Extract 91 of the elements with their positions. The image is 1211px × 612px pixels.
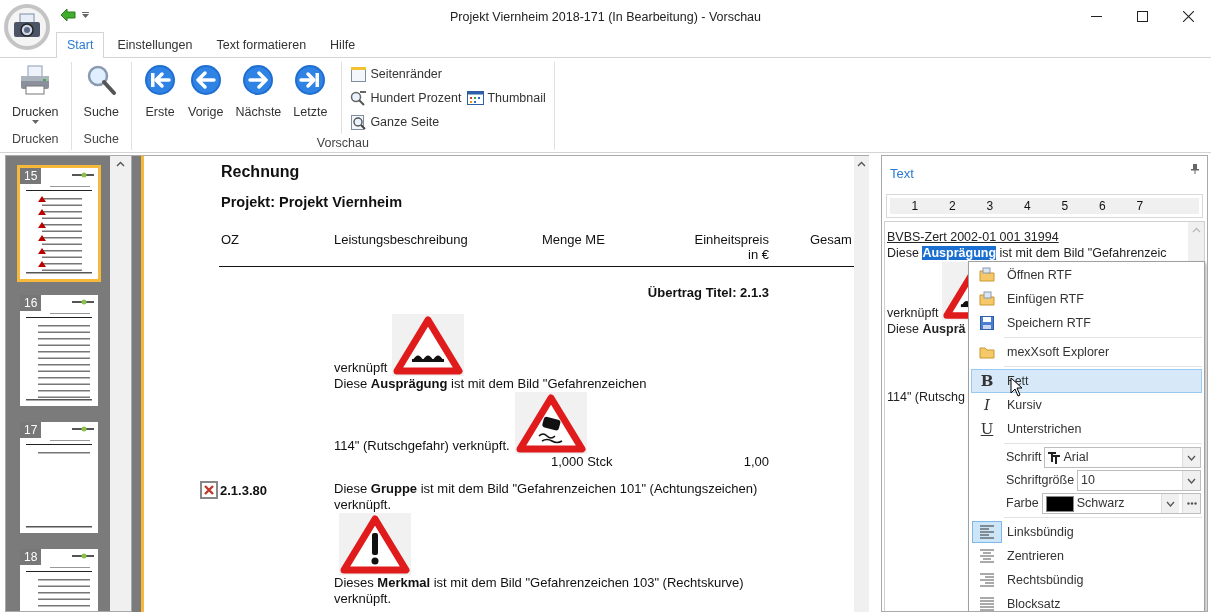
- column-header: OZ: [221, 231, 241, 249]
- page-number: 18: [20, 549, 42, 565]
- page-thumbnail[interactable]: 16: [17, 292, 101, 409]
- ribbon-tab[interactable]: Hilfe: [319, 32, 367, 58]
- menu-item[interactable]: Speichern RTF: [971, 311, 1202, 335]
- group-label: Vorschau: [315, 135, 370, 152]
- first-page-icon: [144, 64, 176, 96]
- field-label: Farbe: [1006, 495, 1039, 513]
- font-icon: [1048, 451, 1061, 464]
- description-text: verknüpft: [334, 360, 388, 376]
- menu-item[interactable]: Einfügen RTF: [971, 287, 1202, 311]
- page-thumbnail[interactable]: 15: [17, 165, 101, 282]
- format-icon: U: [980, 421, 994, 437]
- description-text: Diese Ausprägung ist mit dem Bild "Gefahrenzeichen: [334, 376, 647, 392]
- panel-title: Text: [890, 165, 914, 183]
- unit-price-text: 1,00: [743, 454, 769, 470]
- next-page-icon: [242, 64, 275, 96]
- whole-page-button[interactable]: Ganze Seite: [348, 110, 464, 134]
- pin-icon[interactable]: [1191, 164, 1199, 174]
- page-number: 15: [20, 168, 42, 184]
- ribbon-tab[interactable]: Start: [56, 32, 105, 58]
- document-title: Rechnung: [221, 162, 301, 182]
- thumbnail-icon: [467, 89, 485, 107]
- zoom-icon: [350, 89, 368, 107]
- description-text: Diese Gruppe ist mit dem Bild "Gefahrenzeichen 101" (Achtungszeichen): [334, 481, 758, 497]
- description-text: 114" (Rutschgefahr) verknüpft.: [334, 438, 510, 454]
- back-arrow-icon[interactable]: [60, 8, 76, 22]
- search-icon: [85, 64, 118, 96]
- format-icon: B: [980, 373, 994, 389]
- menu-item[interactable]: mexXsoft Explorer: [971, 340, 1202, 364]
- group-label: Suche: [82, 131, 120, 149]
- dropdown-caret-icon[interactable]: [82, 12, 90, 18]
- margins-icon: [350, 65, 368, 83]
- document-subtitle: Projekt: Projekt Viernheim: [221, 193, 404, 212]
- editor-text: Diese Ausprägung ist mit dem Bild "Gefahrenzeic: [887, 246, 1167, 260]
- printer-icon: [19, 64, 52, 96]
- editor-text: verknüpft: [887, 306, 939, 320]
- zoom-100-button[interactable]: Hundert Prozent: [348, 86, 464, 110]
- page-number: 16: [20, 295, 42, 311]
- page-thumbnail[interactable]: 17: [17, 419, 101, 536]
- close-icon: [1182, 10, 1194, 22]
- column-header: Menge ME: [542, 231, 606, 249]
- ribbon-tab[interactable]: Text formatieren: [205, 32, 318, 58]
- ribbon-tab[interactable]: Einstellungen: [106, 32, 204, 58]
- editor-text: 114" (Rutschg: [887, 390, 965, 404]
- ruler: 1 2 3 4 5 6 7: [890, 198, 1199, 214]
- more-icon: [1186, 502, 1197, 505]
- previous-page-button[interactable]: Vorige: [182, 62, 230, 120]
- next-page-button[interactable]: Nächste: [229, 62, 288, 120]
- format-icon: I: [984, 397, 990, 413]
- last-page-icon: [294, 64, 327, 96]
- menu-item[interactable]: Öffnen RTF: [971, 263, 1202, 287]
- scroll-up-icon[interactable]: [857, 161, 866, 167]
- align-left-icon: [979, 524, 995, 540]
- color-dropdown[interactable]: Schwarz: [1041, 493, 1201, 514]
- maximize-icon: [1136, 10, 1148, 22]
- page-number: 17: [20, 422, 42, 438]
- first-page-button[interactable]: Erste: [138, 62, 182, 120]
- quantity-text: 1,000 Stck: [551, 454, 613, 470]
- menu-item[interactable]: Rechtsbündig: [971, 568, 1202, 592]
- scroll-up-icon[interactable]: [116, 161, 126, 167]
- page-margins-button[interactable]: Seitenränder: [348, 62, 464, 86]
- field-label: Schriftgröße: [1006, 472, 1075, 490]
- menu-item[interactable]: Linksbündig: [971, 520, 1202, 544]
- column-header: Leistungsbeschreibung: [334, 231, 469, 249]
- editor-text: BVBS-Zert 2002-01 001 31994: [887, 230, 1059, 244]
- group-label: Drucken: [11, 131, 60, 149]
- menu-item[interactable]: Zentrieren: [971, 544, 1202, 568]
- carry-over-label: Übertrag Titel: 2.1.3: [646, 283, 769, 302]
- column-header: Gesam: [810, 231, 849, 249]
- app-logo-icon[interactable]: [4, 4, 50, 50]
- description-text: Dieses Merkmal ist mit dem Bild "Gefahrenzeichen 103" (Rechtskurve): [334, 575, 744, 591]
- print-button[interactable]: Drucken: [6, 62, 65, 124]
- field-label: Schrift: [1006, 449, 1042, 467]
- previous-page-icon: [189, 64, 222, 96]
- menu-item[interactable]: U Unterstrichen: [971, 417, 1202, 441]
- window-title: Projekt Viernheim 2018-171 (In Bearbeitung) - Vorschau: [449, 10, 762, 24]
- thumbnail-button[interactable]: Thumbnail: [465, 86, 548, 110]
- menu-item[interactable]: I Kursiv: [971, 393, 1202, 417]
- description-text: verknüpft.: [334, 497, 392, 513]
- last-page-button[interactable]: Letzte: [287, 62, 334, 120]
- page-thumbnail[interactable]: 18: [17, 546, 101, 611]
- page-zoom-icon: [350, 113, 368, 131]
- dropdown-field[interactable]: Arial: [1044, 447, 1201, 468]
- description-text: verknüpft.: [334, 591, 392, 607]
- editor-text: Diese Ausprä: [887, 322, 966, 336]
- dropdown-field[interactable]: 10: [1077, 470, 1201, 491]
- position-number: 2.1.3.80: [220, 482, 267, 501]
- search-button[interactable]: Suche: [77, 62, 125, 120]
- menu-item[interactable]: Blocksatz: [971, 592, 1202, 611]
- column-header: Einheitspreis in €: [693, 231, 769, 262]
